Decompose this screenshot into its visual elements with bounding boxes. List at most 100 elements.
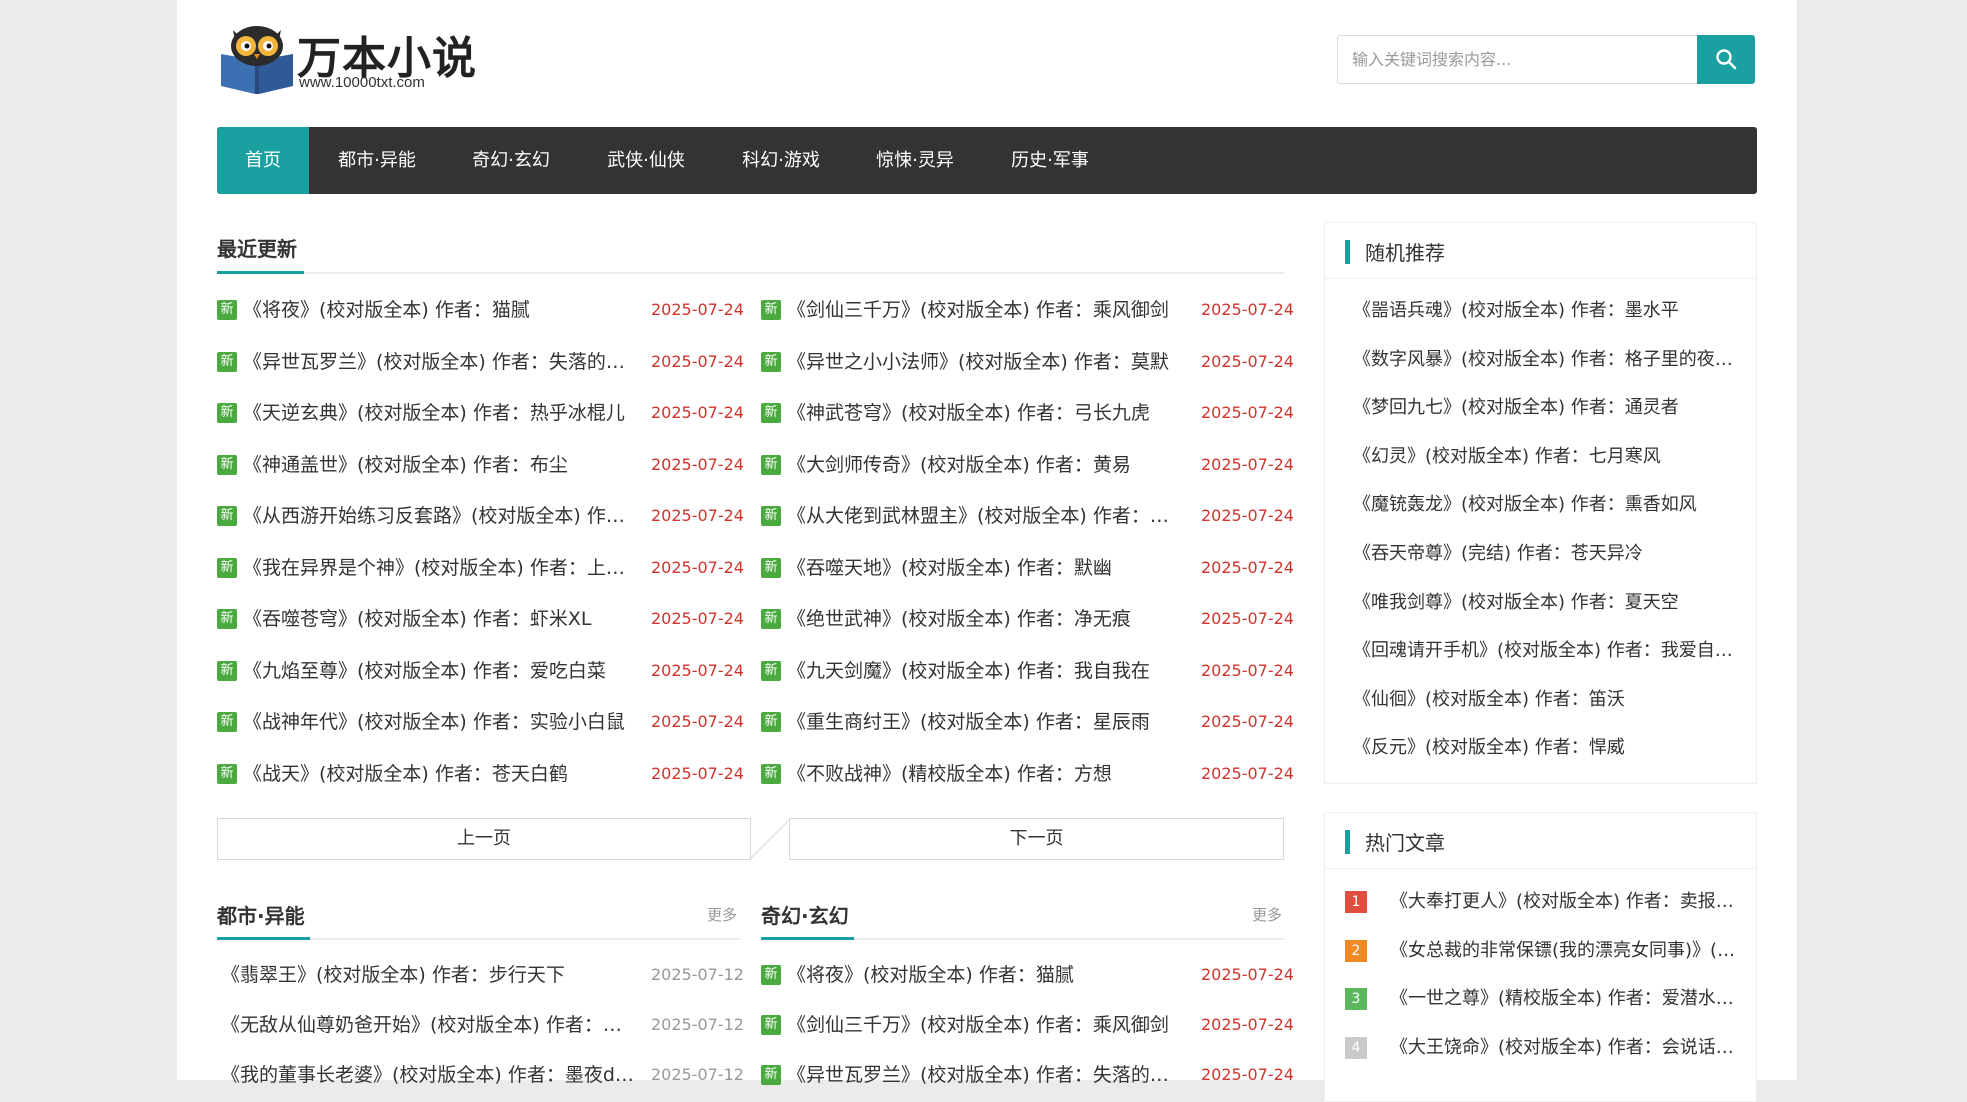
random-book-link[interactable]: 《噐语兵魂》(校对版全本) 作者：墨水平 — [1353, 296, 1753, 322]
update-date: 2025-07-24 — [651, 763, 744, 783]
list-item: 新《从西游开始练习反套路》(校对版全本) 作… 2025-07-24 — [217, 501, 751, 531]
nav-history[interactable]: 历史·军事 — [994, 127, 1106, 194]
rank-badge: 1 — [1345, 891, 1367, 913]
new-badge: 新 — [761, 712, 781, 732]
random-book-link[interactable]: 《魔铳轰龙》(校对版全本) 作者：熏香如风 — [1353, 490, 1753, 516]
search-input[interactable] — [1337, 35, 1697, 84]
cat-fantasy-more-link[interactable]: 更多 — [1252, 904, 1282, 925]
update-date: 2025-07-24 — [651, 506, 744, 525]
list-item: 新《重生商纣王》(校对版全本) 作者：星辰雨 2025-07-24 — [761, 707, 1294, 737]
book-title-link[interactable]: 《吞噬天地》(校对版全本) 作者：默幽 — [787, 553, 1201, 583]
list-item: 新《将夜》(校对版全本) 作者：猫腻 2025-07-24 — [217, 295, 751, 325]
hot-article-link[interactable]: 《大奉打更人》(校对版全本) 作者：卖报… — [1390, 887, 1750, 917]
list-item: 新《不败战神》(精校版全本) 作者：方想 2025-07-24 — [761, 759, 1294, 789]
book-title-link[interactable]: 《无敌从仙尊奶爸开始》(校对版全本) 作者：… — [221, 1010, 651, 1040]
list-item: 新《天逆玄典》(校对版全本) 作者：热乎冰棍儿 2025-07-24 — [217, 398, 751, 428]
recent-title: 最近更新 — [217, 237, 297, 261]
update-date: 2025-07-24 — [1201, 506, 1294, 525]
book-title-link[interactable]: 《从西游开始练习反套路》(校对版全本) 作… — [243, 501, 651, 531]
book-title-link[interactable]: 《战神年代》(校对版全本) 作者：实验小白鼠 — [243, 707, 651, 737]
new-badge: 新 — [217, 557, 237, 578]
new-badge: 新 — [761, 763, 781, 784]
list-item: 新《异世瓦罗兰》(校对版全本) 作者：失落的… 2025-07-24 — [217, 347, 751, 377]
book-title-link[interactable]: 《将夜》(校对版全本) 作者：猫腻 — [787, 960, 1201, 990]
update-date: 2025-07-24 — [1201, 1015, 1294, 1034]
new-badge: 新 — [217, 454, 237, 475]
random-book-link[interactable]: 《回魂请开手机》(校对版全本) 作者：我爱自… — [1353, 636, 1753, 662]
book-title-link[interactable]: 《天逆玄典》(校对版全本) 作者：热乎冰棍儿 — [243, 398, 651, 428]
list-item: 《我的董事长老婆》(校对版全本) 作者：墨夜d… 2025-07-12 — [217, 1060, 751, 1090]
book-title-link[interactable]: 《大剑师传奇》(校对版全本) 作者：黄易 — [787, 450, 1201, 480]
book-title-link[interactable]: 《剑仙三千万》(校对版全本) 作者：乘风御剑 — [787, 295, 1201, 325]
random-book-link[interactable]: 《数字风暴》(校对版全本) 作者：格子里的夜… — [1353, 345, 1753, 371]
nav-thriller[interactable]: 惊悚·灵异 — [859, 127, 971, 194]
random-book-link[interactable]: 《反元》(校对版全本) 作者：悍威 — [1353, 733, 1753, 759]
book-title-link[interactable]: 《不败战神》(精校版全本) 作者：方想 — [787, 759, 1201, 789]
cat-urban-more-link[interactable]: 更多 — [707, 904, 737, 925]
update-date: 2025-07-12 — [651, 1065, 744, 1084]
book-title-link[interactable]: 《异世之小小法师》(校对版全本) 作者：莫默 — [787, 347, 1201, 377]
next-page-button[interactable]: 下一页 — [789, 818, 1284, 860]
rank-badge: 4 — [1345, 1036, 1367, 1059]
rank-badge: 3 — [1345, 988, 1367, 1010]
page: 万本小说 www.10000txt.com 首页 都市·异能 奇幻·玄幻 武侠·… — [177, 0, 1797, 1102]
hot-article-link[interactable]: 《女总裁的非常保镖(我的漂亮女同事)》(… — [1390, 936, 1750, 966]
random-book-link[interactable]: 《梦回九七》(校对版全本) 作者：通灵者 — [1353, 393, 1753, 419]
nav-urban[interactable]: 都市·异能 — [321, 127, 433, 194]
new-badge: 新 — [217, 403, 237, 423]
hot-article-link[interactable]: 《大王饶命》(校对版全本) 作者：会说话… — [1390, 1033, 1750, 1063]
new-badge: 新 — [217, 712, 237, 732]
update-date: 2025-07-24 — [1201, 557, 1294, 577]
update-date: 2025-07-24 — [651, 660, 744, 680]
book-title-link[interactable]: 《神武苍穹》(校对版全本) 作者：弓长九虎 — [787, 398, 1201, 428]
random-book-link[interactable]: 《仙徊》(校对版全本) 作者：笛沃 — [1353, 685, 1753, 711]
book-title-link[interactable]: 《神通盖世》(校对版全本) 作者：布尘 — [243, 450, 651, 480]
book-title-link[interactable]: 《绝世武神》(校对版全本) 作者：净无痕 — [787, 604, 1201, 634]
nav-fantasy[interactable]: 奇幻·玄幻 — [455, 127, 567, 194]
nav-wuxia[interactable]: 武侠·仙侠 — [590, 127, 702, 194]
book-title-link[interactable]: 《重生商纣王》(校对版全本) 作者：星辰雨 — [787, 707, 1201, 737]
hot-articles-header: 热门文章 — [1325, 813, 1756, 869]
search-bar — [1337, 35, 1773, 84]
book-title-link[interactable]: 《九天剑魔》(校对版全本) 作者：我自我在 — [787, 656, 1201, 686]
random-book-link[interactable]: 《唯我剑尊》(校对版全本) 作者：夏天空 — [1353, 588, 1753, 614]
list-item: 新《吞噬苍穹》(校对版全本) 作者：虾米XL 2025-07-24 — [217, 604, 751, 634]
book-title-link[interactable]: 《剑仙三千万》(校对版全本) 作者：乘风御剑 — [787, 1010, 1201, 1040]
list-item: 新《绝世武神》(校对版全本) 作者：净无痕 2025-07-24 — [761, 604, 1294, 634]
nav-home[interactable]: 首页 — [217, 127, 309, 194]
book-title-link[interactable]: 《我的董事长老婆》(校对版全本) 作者：墨夜d… — [221, 1060, 651, 1090]
book-title-link[interactable]: 《吞噬苍穹》(校对版全本) 作者：虾米XL — [243, 604, 651, 634]
random-recommend-title: 随机推荐 — [1365, 241, 1445, 265]
random-recommend-header: 随机推荐 — [1325, 223, 1756, 279]
new-badge: 新 — [761, 965, 781, 985]
book-title-link[interactable]: 《九焰至尊》(校对版全本) 作者：爱吃白菜 — [243, 656, 651, 686]
list-item: 新《九天剑魔》(校对版全本) 作者：我自我在 2025-07-24 — [761, 656, 1294, 686]
new-badge: 新 — [217, 300, 237, 320]
list-item: 新《九焰至尊》(校对版全本) 作者：爱吃白菜 2025-07-24 — [217, 656, 751, 686]
new-badge: 新 — [761, 660, 781, 681]
list-item: 新《大剑师传奇》(校对版全本) 作者：黄易 2025-07-24 — [761, 450, 1294, 480]
hot-article-link[interactable]: 《一世之尊》(精校版全本) 作者：爱潜水… — [1390, 984, 1750, 1014]
random-book-link[interactable]: 《吞天帝尊》(完结) 作者：苍天异冷 — [1353, 539, 1753, 565]
book-title-link[interactable]: 《异世瓦罗兰》(校对版全本) 作者：失落的… — [787, 1060, 1201, 1090]
new-badge: 新 — [217, 763, 237, 784]
book-title-link[interactable]: 《我在异界是个神》(校对版全本) 作者：上… — [243, 553, 651, 583]
book-title-link[interactable]: 《异世瓦罗兰》(校对版全本) 作者：失落的… — [243, 347, 651, 377]
book-title-link[interactable]: 《将夜》(校对版全本) 作者：猫腻 — [243, 295, 651, 325]
update-date: 2025-07-24 — [651, 454, 744, 474]
list-item: 新《剑仙三千万》(校对版全本) 作者：乘风御剑 2025-07-24 — [761, 295, 1294, 325]
update-date: 2025-07-24 — [651, 351, 744, 371]
book-title-link[interactable]: 《战天》(校对版全本) 作者：苍天白鹤 — [243, 759, 651, 789]
list-item: 新《异世之小小法师》(校对版全本) 作者：莫默 2025-07-24 — [761, 347, 1294, 377]
list-item: 新《战天》(校对版全本) 作者：苍天白鹤 2025-07-24 — [217, 759, 751, 789]
search-button[interactable] — [1697, 35, 1755, 84]
site-logo[interactable]: 万本小说 www.10000txt.com — [217, 20, 487, 98]
prev-page-button[interactable]: 上一页 — [217, 818, 751, 860]
book-title-link[interactable]: 《翡翠王》(校对版全本) 作者：步行天下 — [221, 960, 651, 990]
new-badge: 新 — [761, 609, 781, 629]
random-book-link[interactable]: 《幻灵》(校对版全本) 作者：七月寒风 — [1353, 442, 1753, 468]
rank-badge: 2 — [1345, 939, 1367, 962]
book-title-link[interactable]: 《从大佬到武林盟主》(校对版全本) 作者：… — [787, 501, 1201, 531]
nav-scifi[interactable]: 科幻·游戏 — [725, 127, 837, 194]
new-badge: 新 — [217, 609, 237, 629]
